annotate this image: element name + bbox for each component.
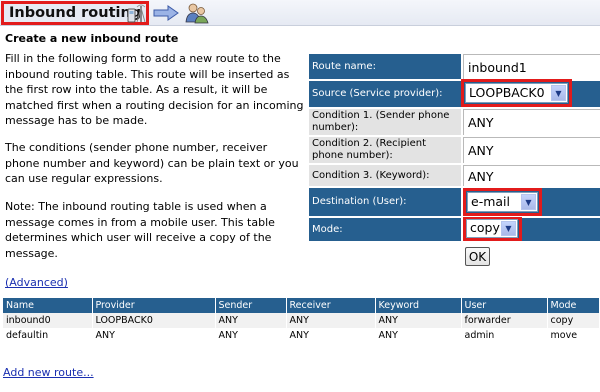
condition2-label: Condition 2. (Recipient phone number): — [309, 137, 461, 163]
cell-keyword: ANY — [375, 313, 462, 328]
description-note: Note: The inbound routing table is used … — [5, 199, 305, 261]
destination-select-value: e-mail — [471, 194, 510, 209]
cell-user: forwarder — [461, 313, 548, 328]
table-row[interactable]: defaultin ANY ANY ANY ANY admin move — [3, 328, 600, 343]
desc-line: message has to be made. — [5, 114, 148, 127]
cell-sender: ANY — [215, 313, 287, 328]
col-header-receiver: Receiver — [286, 298, 376, 313]
ok-button[interactable]: OK — [465, 247, 490, 266]
col-header-mode: Mode — [547, 298, 600, 313]
mode-select-value: copy — [470, 220, 500, 235]
condition1-input[interactable]: ANY — [463, 109, 600, 135]
cell-user: admin — [461, 328, 548, 343]
destination-select[interactable]: e-mail ▼ — [467, 192, 538, 212]
source-select-value: LOOPBACK0 — [469, 85, 545, 100]
desc-line: phone number and keyword) can be plain t… — [5, 156, 299, 170]
source-label: Source (Service provider): — [309, 81, 461, 107]
table-row[interactable]: inbound0 LOOPBACK0 ANY ANY ANY forwarder… — [3, 313, 600, 328]
chevron-down-icon[interactable]: ▼ — [551, 85, 566, 101]
desc-line: the first row into the table. As a resul… — [5, 83, 268, 96]
desc-line: message. — [5, 246, 58, 260]
chevron-down-icon[interactable]: ▼ — [501, 221, 516, 236]
desc-line: can use regular expressions. — [5, 172, 163, 185]
col-header-sender: Sender — [215, 298, 287, 313]
cell-name: defaultin — [3, 328, 93, 343]
cell-receiver: ANY — [286, 328, 376, 343]
condition3-label: Condition 3. (Keyword): — [309, 165, 461, 186]
desc-line: inbound routing table. This route will b… — [5, 67, 290, 81]
col-header-user: User — [461, 298, 548, 313]
desc-line: The conditions (sender phone number, rec… — [5, 141, 268, 154]
phone-tower-icon — [124, 3, 150, 27]
route-name-input[interactable]: inbound1 — [463, 54, 600, 79]
routing-table: Name Provider Sender Receiver Keyword Us… — [3, 298, 600, 343]
arrow-right-icon — [153, 5, 179, 25]
users-icon — [184, 2, 210, 28]
advanced-link[interactable]: (Advanced) — [5, 276, 68, 289]
section-title: Create a new inbound route — [5, 32, 179, 45]
desc-line: message comes in from a mobile user. Thi… — [5, 215, 275, 229]
cell-name: inbound0 — [3, 313, 93, 328]
cell-keyword: ANY — [375, 328, 462, 343]
cell-receiver: ANY — [286, 313, 376, 328]
table-header-row: Name Provider Sender Receiver Keyword Us… — [3, 298, 600, 313]
source-select[interactable]: LOOPBACK0 ▼ — [465, 83, 568, 103]
chevron-down-icon[interactable]: ▼ — [521, 194, 536, 210]
add-new-route-link[interactable]: Add new route... — [3, 366, 94, 379]
cell-provider: ANY — [92, 328, 216, 343]
mode-select[interactable]: copy ▼ — [466, 219, 518, 238]
col-header-name: Name — [3, 298, 93, 313]
condition2-input[interactable]: ANY — [463, 137, 600, 163]
cell-provider: LOOPBACK0 — [92, 313, 216, 328]
destination-label: Destination (User): — [309, 188, 461, 216]
condition1-label: Condition 1. (Sender phone number): — [309, 109, 461, 135]
desc-line: matched first when a routing decision fo… — [5, 98, 304, 112]
mode-label: Mode: — [309, 218, 461, 241]
desc-line: Fill in the following form to add a new … — [5, 52, 281, 65]
col-header-provider: Provider — [92, 298, 216, 313]
col-header-keyword: Keyword — [375, 298, 462, 313]
desc-line: Note: The inbound routing table is used … — [5, 200, 267, 213]
description-conditions: The conditions (sender phone number, rec… — [5, 140, 305, 187]
description-intro: Fill in the following form to add a new … — [5, 51, 305, 129]
cell-mode: copy — [547, 313, 600, 328]
desc-line: determines which user will receive a cop… — [5, 231, 272, 244]
route-name-label: Route name: — [309, 54, 461, 79]
cell-sender: ANY — [215, 328, 287, 343]
condition3-input[interactable]: ANY — [463, 165, 600, 186]
cell-mode: move — [547, 328, 600, 343]
